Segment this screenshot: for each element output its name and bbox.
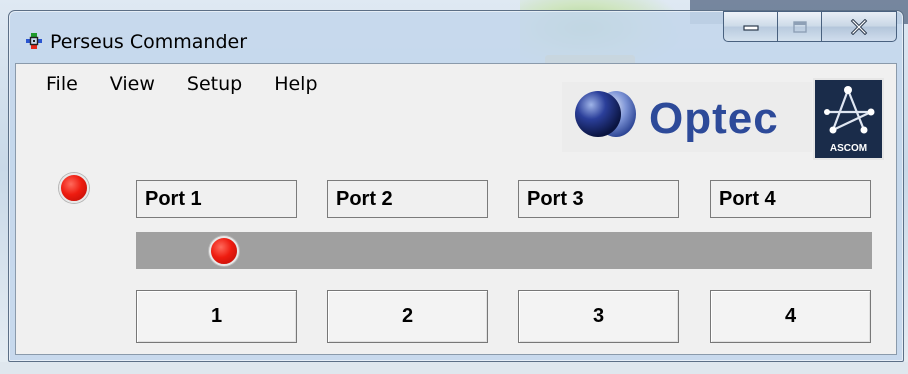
minimize-icon bbox=[742, 24, 759, 31]
menu-help[interactable]: Help bbox=[259, 64, 334, 104]
close-button[interactable] bbox=[821, 11, 897, 42]
optec-orb-icon bbox=[575, 91, 636, 137]
port-3-label: Port 3 bbox=[518, 180, 679, 218]
ascom-label: ASCOM bbox=[829, 143, 868, 154]
port-4-label: Port 4 bbox=[710, 180, 871, 218]
app-icon bbox=[26, 33, 42, 49]
ascom-star-icon bbox=[824, 86, 875, 134]
menu-file[interactable]: File bbox=[16, 64, 95, 104]
client-area: File View Setup Help Optec ASCOM Port 1 … bbox=[15, 63, 897, 355]
optec-logo: Optec bbox=[562, 82, 812, 152]
perseus-commander-window: Perseus Commander File View Setup Help O… bbox=[8, 10, 904, 362]
window-title: Perseus Commander bbox=[50, 31, 248, 53]
optec-wordmark: Optec bbox=[649, 94, 779, 143]
menu-view[interactable]: View bbox=[95, 64, 172, 104]
caption-buttons bbox=[723, 11, 897, 42]
port-2-button[interactable]: 2 bbox=[327, 290, 488, 343]
port-position-slider[interactable] bbox=[136, 232, 872, 269]
port-1-button[interactable]: 1 bbox=[136, 290, 297, 343]
close-icon bbox=[850, 18, 868, 35]
port-3-button[interactable]: 3 bbox=[518, 290, 679, 343]
status-indicator-led bbox=[59, 173, 89, 203]
slider-thumb-led[interactable] bbox=[209, 236, 239, 266]
port-2-label: Port 2 bbox=[327, 180, 488, 218]
port-4-button[interactable]: 4 bbox=[710, 290, 871, 343]
maximize-button[interactable] bbox=[777, 11, 821, 42]
menu-bar: File View Setup Help bbox=[16, 64, 335, 104]
maximize-icon bbox=[792, 20, 807, 33]
minimize-button[interactable] bbox=[723, 11, 777, 42]
title-bar[interactable]: Perseus Commander bbox=[9, 11, 903, 63]
desktop-background-item bbox=[0, 362, 908, 374]
ascom-logo: ASCOM bbox=[813, 78, 884, 160]
port-1-label: Port 1 bbox=[136, 180, 297, 218]
menu-setup[interactable]: Setup bbox=[172, 64, 259, 104]
